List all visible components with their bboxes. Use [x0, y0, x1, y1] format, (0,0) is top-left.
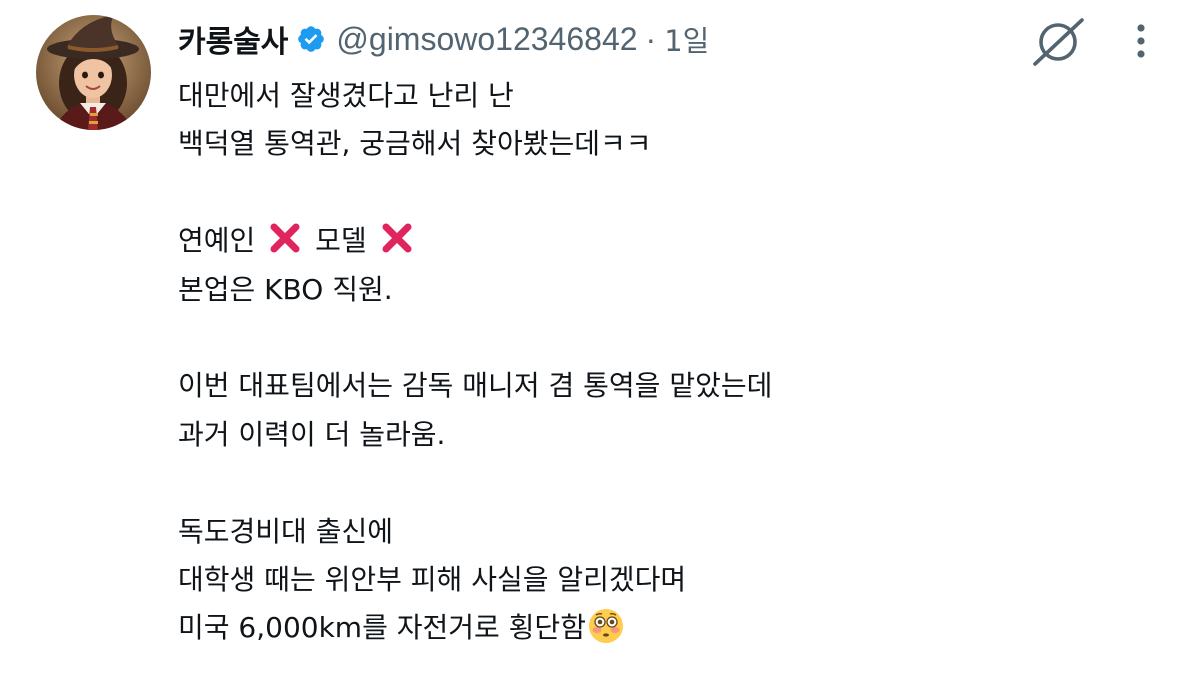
- tweet-line: 대만에서 잘생겼다고 난리 난: [178, 79, 514, 112]
- grok-button[interactable]: [1028, 14, 1088, 68]
- tweet-header: 카롱술사 @gimsowo12346842 · 1일: [178, 14, 709, 64]
- tweet-line: 미국 6,000km를 자전거로 횡단함: [178, 604, 1168, 652]
- tweet-line: 연예인 모델: [178, 217, 1168, 265]
- more-options-button[interactable]: [1124, 14, 1158, 68]
- tweet-line: 과거 이력이 더 놀라움.: [178, 417, 446, 451]
- verified-badge-icon: [296, 24, 326, 54]
- avatar[interactable]: [36, 15, 151, 130]
- tweet-line: 백덕열 통역관, 궁금해서 찾아봤는데ㅋㅋ: [178, 127, 652, 161]
- cross-mark-emoji: [268, 221, 302, 255]
- avatar-image: [36, 15, 151, 130]
- header-separator: ·: [645, 20, 657, 57]
- tweet-line: 본업은 KBO 직원.: [178, 272, 393, 306]
- flushed-face-emoji: [587, 607, 625, 645]
- tweet-text-segment: 미국 6,000km를 자전거로 횡단함: [178, 611, 586, 645]
- tweet-line: 이번 대표팀에서는 감독 매니저 겸 통역을 맡았는데: [178, 369, 773, 403]
- tweet-line: 독도경비대 출신에: [178, 514, 393, 548]
- more-options-icon: [1137, 24, 1145, 58]
- tweet-text-segment: 연예인: [178, 224, 256, 258]
- tweet-text: 대만에서 잘생겼다고 난리 난 백덕열 통역관, 궁금해서 찾아봤는데ㅋㅋ 연예…: [178, 72, 1168, 653]
- user-handle[interactable]: @gimsowo12346842: [336, 21, 637, 58]
- tweet-text-segment: 모델: [315, 224, 367, 258]
- display-name[interactable]: 카롱술사: [178, 17, 288, 61]
- timestamp[interactable]: 1일: [664, 18, 709, 60]
- tweet-line: 대학생 때는 위안부 피해 사실을 알리겠다며: [178, 562, 687, 596]
- tweet-card[interactable]: 카롱술사 @gimsowo12346842 · 1일 대만에서 잘생겼다고 난리…: [0, 0, 1200, 692]
- cross-mark-emoji: [380, 221, 414, 255]
- grok-icon: [1033, 18, 1084, 66]
